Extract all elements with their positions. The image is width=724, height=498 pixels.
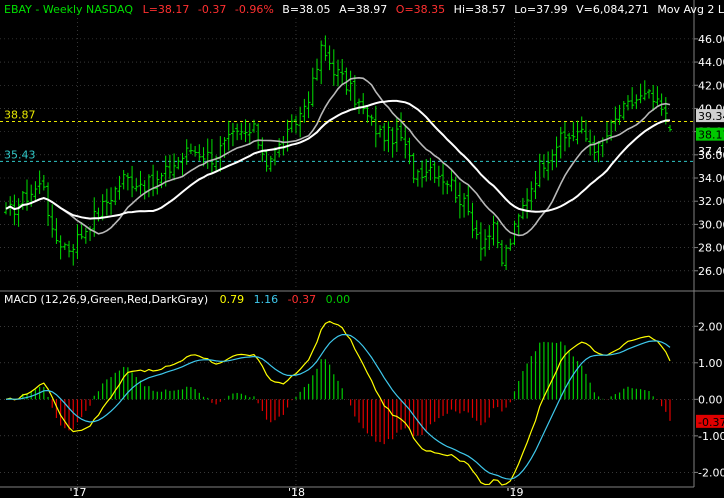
reference-line-label: 38.87 — [4, 109, 36, 122]
volume-value: V=6,084,271 — [576, 3, 649, 16]
macd-last-label: -0.37 — [698, 416, 724, 429]
signal-value: 1.16 — [254, 293, 279, 306]
stock-chart: 38.8735.43 26.0028.0030.0032.0034.0036.0… — [0, 0, 724, 498]
time-tick-label: '19 — [507, 486, 524, 498]
price-tick-label: 42.00 — [698, 79, 724, 92]
last-price-label: 38.17 — [698, 129, 724, 142]
price-tick-label: 30.00 — [698, 218, 724, 231]
macd-header: MACD (12,26,9,Green,Red,DarkGray) 0.79 1… — [4, 293, 350, 306]
zero-value: 0.00 — [326, 293, 351, 306]
study-label: Mov Avg 2 Lines (Close,: — [657, 3, 724, 16]
macd-tick-label: -2.00 — [698, 466, 724, 479]
last-value-label: 37.47 — [698, 145, 724, 158]
price-tick-label: 34.00 — [698, 172, 724, 185]
time-tick-label: '18 — [288, 486, 305, 498]
ask-price: A=38.97 — [339, 3, 387, 16]
change-value: -0.37 — [198, 3, 226, 16]
macd-tick-label: 0.00 — [698, 393, 723, 406]
last-value-label: 39.34 — [698, 110, 724, 123]
time-tick-label: '17 — [69, 486, 86, 498]
last-price: L=38.17 — [143, 3, 190, 16]
macd-tick-label: -1.00 — [698, 430, 724, 443]
header-line: EBAY - Weekly NASDAQ L=38.17 -0.37 -0.96… — [4, 3, 724, 16]
price-tick-label: 28.00 — [698, 242, 724, 255]
price-tick-label: 32.00 — [698, 195, 724, 208]
price-tick-label: 46.00 — [698, 33, 724, 46]
macd-tick-label: 1.00 — [698, 357, 723, 370]
symbol-label: EBAY - Weekly NASDAQ — [4, 3, 133, 16]
reference-line-label: 35.43 — [4, 148, 36, 161]
price-tick-label: 44.00 — [698, 56, 724, 69]
low-price: Lo=37.99 — [514, 3, 567, 16]
macd-label: MACD (12,26,9,Green,Red,DarkGray) — [4, 293, 208, 306]
macd-tick-label: 2.00 — [698, 320, 723, 333]
open-price: O=38.35 — [396, 3, 445, 16]
high-price: Hi=38.57 — [454, 3, 506, 16]
macd-value: 0.79 — [220, 293, 245, 306]
price-tick-label: 26.00 — [698, 265, 724, 278]
bid-price: B=38.05 — [282, 3, 330, 16]
change-percent: -0.96% — [235, 3, 274, 16]
hist-value: -0.37 — [288, 293, 316, 306]
